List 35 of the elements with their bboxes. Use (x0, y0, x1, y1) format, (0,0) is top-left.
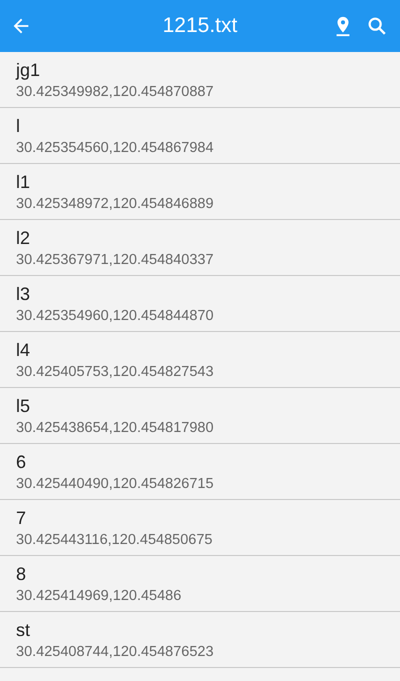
list-item[interactable]: l1 30.425348972,120.454846889 (0, 164, 400, 220)
point-name: l (16, 115, 20, 138)
list-item[interactable]: l2 30.425367971,120.454840337 (0, 220, 400, 276)
coordinates: 30.425440490,120.454826715 (16, 475, 214, 494)
list-item[interactable]: 7 30.425443116,120.454850675 (0, 500, 400, 556)
coordinates: 30.425408744,120.454876523 (16, 643, 214, 662)
list-item[interactable]: l 30.425354560,120.454867984 (0, 108, 400, 164)
screen-title: 1215.txt (162, 14, 238, 38)
list-item[interactable]: jg1 30.425349982,120.454870887 (0, 52, 400, 108)
point-name: l5 (16, 395, 30, 418)
point-name: 6 (16, 451, 26, 474)
coordinates: 30.425414969,120.45486 (16, 587, 182, 606)
list-item[interactable]: 8 30.425414969,120.45486 (0, 556, 400, 612)
coordinates: 30.425348972,120.454846889 (16, 195, 214, 214)
point-name: l3 (16, 283, 30, 306)
coordinates: 30.425443116,120.454850675 (16, 531, 212, 550)
point-name: 8 (16, 563, 26, 586)
coordinates: 30.425405753,120.454827543 (16, 363, 214, 382)
point-name: jg1 (16, 59, 40, 82)
coordinates: 30.425438654,120.454817980 (16, 419, 214, 438)
coordinates: 30.425367971,120.454840337 (16, 251, 214, 270)
list-item[interactable]: l4 30.425405753,120.454827543 (0, 332, 400, 388)
point-name: l2 (16, 227, 30, 250)
list-item[interactable]: 6 30.425440490,120.454826715 (0, 444, 400, 500)
point-name: 7 (16, 507, 26, 530)
point-name: st (16, 619, 30, 642)
list-item[interactable]: l5 30.425438654,120.454817980 (0, 388, 400, 444)
coordinates: 30.425349982,120.454870887 (16, 83, 214, 102)
list-item[interactable]: st 30.425408744,120.454876523 (0, 612, 400, 668)
coordinates: 30.425354560,120.454867984 (16, 139, 214, 158)
point-name: l4 (16, 339, 30, 362)
point-name: l1 (16, 171, 30, 194)
coordinates: 30.425354960,120.454844870 (16, 307, 214, 326)
search-icon[interactable] (366, 15, 388, 37)
list-item[interactable]: l3 30.425354960,120.454844870 (0, 276, 400, 332)
